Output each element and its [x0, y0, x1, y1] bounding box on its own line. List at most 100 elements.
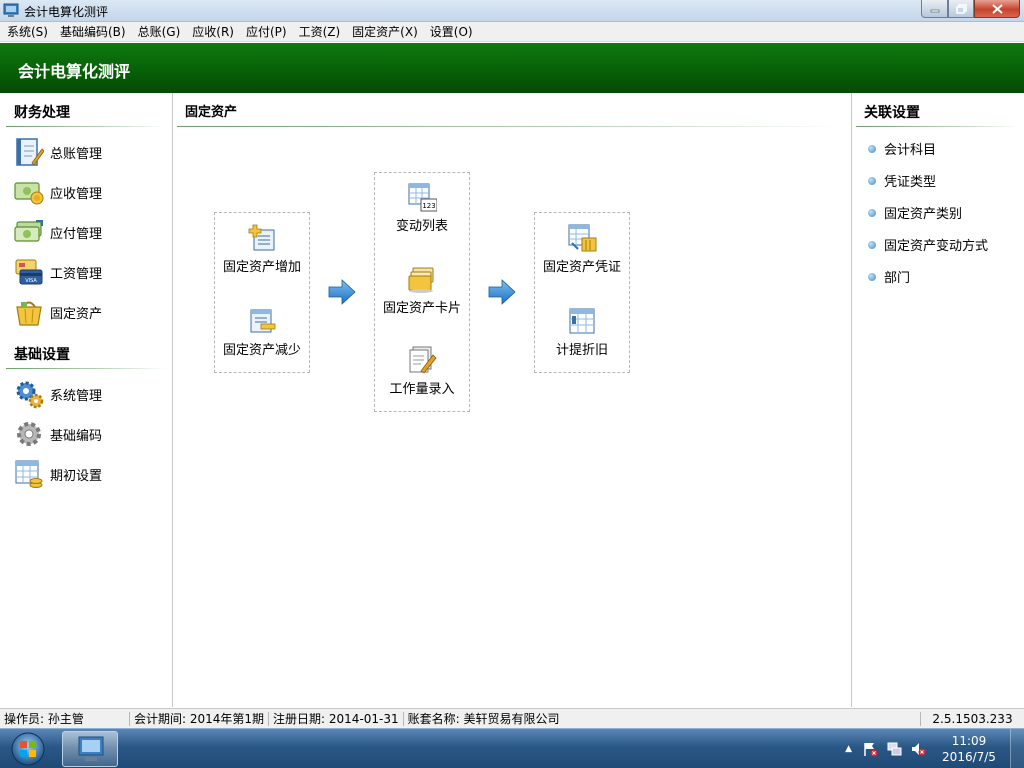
clock-date: 2016/7/5 [942, 750, 996, 764]
finance-section-title: 财务处理 [14, 105, 70, 121]
nav-label-payable: 应付管理 [50, 226, 103, 242]
minimize-button[interactable] [921, 0, 948, 18]
depreciation-icon [569, 308, 595, 334]
menu-bar: 系统(S) 基础编码(B) 总账(G) 应收(R) 应付(P) 工资(Z) 固定… [0, 22, 1024, 42]
gear-icon [17, 422, 41, 446]
asset-card-button[interactable]: 固定资产卡片 [374, 264, 470, 316]
link-label-departments: 部门 [884, 271, 911, 286]
nav-label-opening-settings: 期初设置 [50, 468, 103, 484]
workload-entry-button[interactable]: 工作量录入 [374, 345, 470, 397]
show-desktop-button[interactable] [1010, 729, 1024, 768]
center-title-divider [177, 126, 841, 127]
windows-start-icon[interactable] [3, 731, 53, 767]
taskbar-clock[interactable]: 11:09 2016/7/5 [934, 733, 1004, 765]
asset-card-label: 固定资产卡片 [382, 301, 461, 316]
menu-receivable[interactable]: 应收(R) [187, 23, 239, 40]
asset-reduce-button[interactable]: 固定资产减少 [214, 306, 310, 358]
spreadsheet-coins-icon [15, 460, 43, 488]
taskbar-app-button[interactable] [62, 731, 118, 767]
link-label-voucher-types: 凭证类型 [884, 175, 937, 190]
asset-add-icon [248, 224, 275, 251]
asset-add-label: 固定资产增加 [222, 260, 301, 275]
bullet-icon [868, 208, 876, 217]
restore-icon [955, 3, 967, 14]
nav-item-system-management[interactable]: 系统管理 [14, 378, 164, 410]
change-list-icon: 123 [408, 183, 437, 212]
link-asset-change-methods[interactable]: 固定资产变动方式 [868, 235, 988, 254]
status-operator: 操作员: 孙主管 [0, 711, 130, 726]
volume-muted-icon[interactable] [910, 741, 926, 757]
nav-label-ledger: 总账管理 [50, 146, 103, 162]
related-settings-divider [856, 126, 1020, 127]
asset-card-icon [408, 267, 434, 293]
nav-item-opening-settings[interactable]: 期初设置 [14, 458, 164, 490]
asset-voucher-icon [568, 224, 597, 252]
link-voucher-types[interactable]: 凭证类型 [868, 171, 936, 190]
windows-taskbar: ▲ 11:09 2016/7/5 [0, 728, 1024, 768]
nav-item-ledger[interactable]: 总账管理 [14, 136, 164, 168]
nav-label-receivable: 应收管理 [50, 186, 103, 202]
network-icon[interactable] [886, 741, 902, 757]
header-banner: 会计电算化测评 [0, 43, 1024, 93]
bullet-icon [868, 176, 876, 185]
nav-item-payable[interactable]: 应付管理 [14, 216, 164, 248]
link-label-account-subjects: 会计科目 [884, 143, 937, 158]
nav-label-payroll: 工资管理 [50, 266, 103, 282]
gears-icon [16, 381, 44, 409]
nav-item-payroll[interactable]: VISA 工资管理 [14, 256, 164, 288]
center-title: 固定资产 [185, 105, 238, 120]
nav-item-basic-code[interactable]: 基础编码 [14, 418, 164, 450]
link-departments[interactable]: 部门 [868, 267, 910, 286]
depreciation-button[interactable]: 计提折旧 [534, 306, 630, 358]
change-list-label: 变动列表 [395, 219, 448, 234]
menu-fixed-assets[interactable]: 固定资产(X) [347, 23, 423, 40]
window-title-bar: 会计电算化测评 [0, 0, 1024, 22]
basic-section-divider [6, 368, 166, 369]
svg-text:123: 123 [422, 202, 435, 210]
app-monitor-icon [3, 3, 19, 17]
tray-expand-icon[interactable]: ▲ [845, 744, 852, 754]
nav-label-system-management: 系统管理 [50, 388, 103, 404]
asset-add-button[interactable]: 固定资产增加 [214, 223, 310, 275]
link-account-subjects[interactable]: 会计科目 [868, 139, 936, 158]
nav-item-fixed-assets[interactable]: 固定资产 [14, 296, 164, 328]
close-icon [991, 3, 1003, 14]
bullet-icon [868, 272, 876, 281]
menu-ledger[interactable]: 总账(G) [133, 23, 186, 40]
left-nav-panel: 财务处理 总账管理 应收管理 应付管理 VISA 工资管理 固定资产 基础设置 … [0, 93, 173, 707]
minimize-icon [930, 9, 939, 12]
basic-section-title: 基础设置 [14, 347, 70, 363]
related-settings-title: 关联设置 [864, 105, 920, 121]
receivable-money-icon [14, 182, 44, 205]
menu-payable[interactable]: 应付(P) [241, 23, 292, 40]
menu-settings[interactable]: 设置(O) [425, 23, 478, 40]
menu-basic-code[interactable]: 基础编码(B) [55, 23, 131, 40]
menu-system[interactable]: 系统(S) [2, 23, 53, 40]
close-button[interactable] [974, 0, 1020, 18]
payable-money-icon [14, 220, 43, 242]
link-label-asset-change-methods: 固定资产变动方式 [884, 239, 989, 254]
status-bar: 操作员: 孙主管 会计期间: 2014年第1期 注册日期: 2014-01-31… [0, 708, 1024, 728]
action-center-flag-icon[interactable] [862, 741, 878, 757]
banner-title: 会计电算化测评 [18, 62, 131, 81]
system-tray: ▲ 11:09 2016/7/5 [845, 729, 1024, 768]
ledger-icon [16, 138, 44, 166]
asset-voucher-label: 固定资产凭证 [542, 260, 621, 275]
status-version: 2.5.1503.233 [920, 711, 1024, 726]
flow-arrow-2-icon [488, 279, 516, 305]
maximize-button[interactable] [948, 0, 974, 18]
window-title: 会计电算化测评 [24, 5, 109, 19]
asset-voucher-button[interactable]: 固定资产凭证 [534, 223, 630, 275]
status-accounting-period: 会计期间: 2014年第1期 [130, 711, 270, 726]
change-list-button[interactable]: 123 变动列表 [374, 182, 470, 234]
payroll-card-icon: VISA [15, 259, 43, 285]
nav-item-receivable[interactable]: 应收管理 [14, 176, 164, 208]
status-login-date: 注册日期: 2014-01-31 [269, 711, 404, 726]
bullet-icon [868, 144, 876, 153]
fixed-assets-panel: 固定资产 固定资产增加 固定资产减少 123 变动列表 固定资产卡片 工作量录入… [173, 93, 851, 707]
finance-section-divider [6, 126, 166, 127]
link-asset-categories[interactable]: 固定资产类别 [868, 203, 962, 222]
link-label-asset-categories: 固定资产类别 [884, 207, 963, 222]
menu-payroll[interactable]: 工资(Z) [294, 23, 346, 40]
monitor-icon [78, 736, 104, 761]
